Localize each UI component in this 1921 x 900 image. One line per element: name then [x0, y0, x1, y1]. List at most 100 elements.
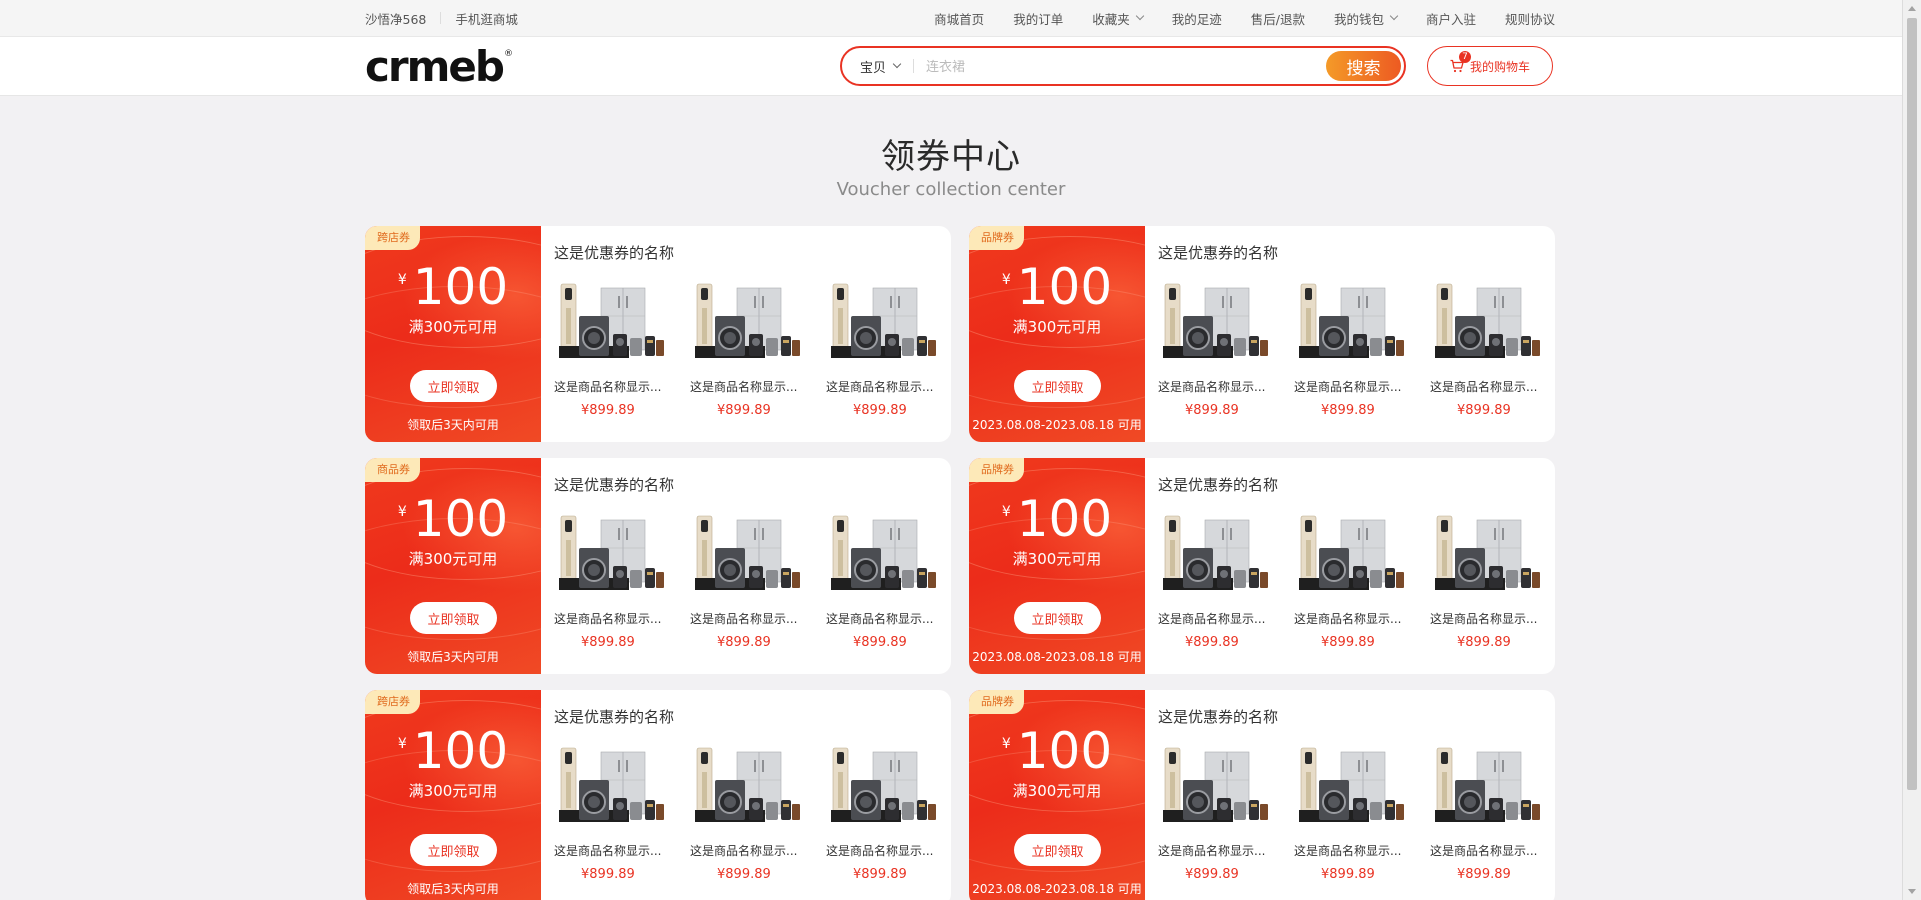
scroll-down-arrow-icon[interactable] — [1908, 889, 1916, 894]
product-name[interactable]: 这是商品名称显示... — [1430, 842, 1550, 859]
product-image[interactable] — [557, 514, 667, 599]
logo[interactable]: crmeb ® — [365, 46, 513, 88]
currency-symbol: ¥ — [397, 272, 407, 288]
product-item[interactable]: 这是商品名称显示... ¥899.89 — [826, 746, 946, 882]
claim-coupon-button[interactable]: 立即领取 — [1014, 370, 1101, 402]
product-image[interactable] — [1433, 746, 1543, 831]
coupon-validity: 2023.08.08-2023.08.18 可用 — [972, 882, 1142, 896]
nav-link-label: 商城首页 — [934, 11, 985, 27]
nav-link-footprint[interactable]: 我的足迹 — [1172, 9, 1222, 28]
coupon-card: 跨店券 ¥100 满300元可用立即领取领取后3天内可用 这是优惠券的名称 — [365, 690, 951, 900]
coupon-value: 100 — [412, 258, 509, 316]
nav-link-after-sales[interactable]: 售后/退款 — [1251, 9, 1305, 28]
product-name[interactable]: 这是商品名称显示... — [1158, 842, 1294, 859]
product-image[interactable] — [693, 514, 803, 599]
product-item[interactable]: 这是商品名称显示... ¥899.89 — [1294, 282, 1430, 418]
product-item[interactable]: 这是商品名称显示... ¥899.89 — [1430, 282, 1550, 418]
product-name[interactable]: 这是商品名称显示... — [554, 842, 690, 859]
search-input[interactable] — [924, 52, 1328, 82]
product-image[interactable] — [693, 746, 803, 831]
search-type-label: 宝贝 — [860, 60, 887, 76]
nav-link-favorites[interactable]: 收藏夹 — [1092, 9, 1144, 28]
registered-mark: ® — [503, 49, 513, 59]
product-name[interactable]: 这是商品名称显示... — [1430, 378, 1550, 395]
claim-coupon-button[interactable]: 立即领取 — [410, 370, 497, 402]
product-image[interactable] — [557, 746, 667, 831]
product-name[interactable]: 这是商品名称显示... — [1430, 610, 1550, 627]
product-image[interactable] — [1161, 282, 1271, 367]
product-item[interactable]: 这是商品名称显示... ¥899.89 — [690, 746, 826, 882]
product-image[interactable] — [1433, 514, 1543, 599]
search-button[interactable]: 搜索 — [1326, 51, 1401, 81]
claim-coupon-button[interactable]: 立即领取 — [410, 834, 497, 866]
product-image[interactable] — [1161, 746, 1271, 831]
product-image[interactable] — [1161, 514, 1271, 599]
claim-coupon-button[interactable]: 立即领取 — [410, 602, 497, 634]
product-item[interactable]: 这是商品名称显示... ¥899.89 — [554, 282, 690, 418]
product-item[interactable]: 这是商品名称显示... ¥899.89 — [690, 282, 826, 418]
product-name[interactable]: 这是商品名称显示... — [1158, 378, 1294, 395]
product-name[interactable]: 这是商品名称显示... — [690, 610, 826, 627]
coupon-name: 这是优惠券的名称 — [1158, 244, 1279, 262]
nav-link-wallet[interactable]: 我的钱包 — [1333, 9, 1399, 28]
product-item[interactable]: 这是商品名称显示... ¥899.89 — [1158, 282, 1294, 418]
product-name[interactable]: 这是商品名称显示... — [826, 378, 946, 395]
voucher-panel: 品牌券 ¥100 满300元可用 立即领取 2023.08.08-2023.08.18 … — [969, 226, 1145, 442]
coupon-value: 100 — [1016, 490, 1113, 548]
product-item[interactable]: 这是商品名称显示... ¥899.89 — [690, 514, 826, 650]
product-image[interactable] — [829, 282, 939, 367]
currency-symbol: ¥ — [1001, 272, 1011, 288]
coupon-product-list: 这是商品名称显示... ¥899.89 这是商品名称显示... ¥899.89 … — [1158, 514, 1550, 650]
coupon-value: 100 — [412, 490, 509, 548]
product-image[interactable] — [557, 282, 667, 367]
product-image[interactable] — [829, 746, 939, 831]
cart-button[interactable]: 7 我的购物车 — [1427, 46, 1553, 86]
product-name[interactable]: 这是商品名称显示... — [690, 378, 826, 395]
username-link[interactable]: 沙悟净568 — [365, 9, 426, 28]
claim-coupon-button[interactable]: 立即领取 — [1014, 602, 1101, 634]
product-item[interactable]: 这是商品名称显示... ¥899.89 — [826, 514, 946, 650]
product-image[interactable] — [1297, 282, 1407, 367]
product-name[interactable]: 这是商品名称显示... — [1158, 610, 1294, 627]
product-name[interactable]: 这是商品名称显示... — [554, 378, 690, 395]
coupon-validity: 2023.08.08-2023.08.18 可用 — [972, 418, 1142, 432]
coupon-amount: ¥100 — [365, 722, 541, 780]
product-image[interactable] — [693, 282, 803, 367]
nav-link-home[interactable]: 商城首页 — [934, 9, 984, 28]
nav-link-orders[interactable]: 我的订单 — [1013, 9, 1063, 28]
vertical-scrollbar[interactable] — [1902, 0, 1921, 900]
coupon-name: 这是优惠券的名称 — [554, 244, 675, 262]
product-name[interactable]: 这是商品名称显示... — [826, 610, 946, 627]
product-name[interactable]: 这是商品名称显示... — [1294, 378, 1430, 395]
product-name[interactable]: 这是商品名称显示... — [554, 610, 690, 627]
product-item[interactable]: 这是商品名称显示... ¥899.89 — [554, 514, 690, 650]
product-item[interactable]: 这是商品名称显示... ¥899.89 — [1294, 514, 1430, 650]
claim-coupon-button[interactable]: 立即领取 — [1014, 834, 1101, 866]
product-name[interactable]: 这是商品名称显示... — [690, 842, 826, 859]
product-item[interactable]: 这是商品名称显示... ¥899.89 — [826, 282, 946, 418]
nav-link-rules[interactable]: 规则协议 — [1505, 9, 1555, 28]
product-image[interactable] — [1297, 514, 1407, 599]
search-type-select[interactable]: 宝贝 — [860, 48, 902, 84]
product-item[interactable]: 这是商品名称显示... ¥899.89 — [554, 746, 690, 882]
product-item[interactable]: 这是商品名称显示... ¥899.89 — [1294, 746, 1430, 882]
product-item[interactable]: 这是商品名称显示... ¥899.89 — [1430, 746, 1550, 882]
product-image[interactable] — [1433, 282, 1543, 367]
coupon-name: 这是优惠券的名称 — [554, 708, 675, 726]
product-image[interactable] — [829, 514, 939, 599]
product-price: ¥899.89 — [1321, 867, 1375, 882]
product-name[interactable]: 这是商品名称显示... — [826, 842, 946, 859]
product-name[interactable]: 这是商品名称显示... — [1294, 610, 1430, 627]
coupon-condition: 满300元可用 — [1012, 550, 1102, 568]
scrollbar-thumb[interactable] — [1907, 18, 1917, 790]
product-name[interactable]: 这是商品名称显示... — [1294, 842, 1430, 859]
currency-symbol: ¥ — [397, 504, 407, 520]
product-image[interactable] — [1297, 746, 1407, 831]
product-item[interactable]: 这是商品名称显示... ¥899.89 — [1430, 514, 1550, 650]
nav-link-merchant[interactable]: 商户入驻 — [1426, 9, 1476, 28]
nav-link-label: 我的钱包 — [1333, 11, 1384, 27]
product-item[interactable]: 这是商品名称显示... ¥899.89 — [1158, 514, 1294, 650]
scroll-up-arrow-icon[interactable] — [1908, 6, 1916, 11]
mobile-mall-link[interactable]: 手机逛商城 — [455, 9, 518, 28]
product-item[interactable]: 这是商品名称显示... ¥899.89 — [1158, 746, 1294, 882]
